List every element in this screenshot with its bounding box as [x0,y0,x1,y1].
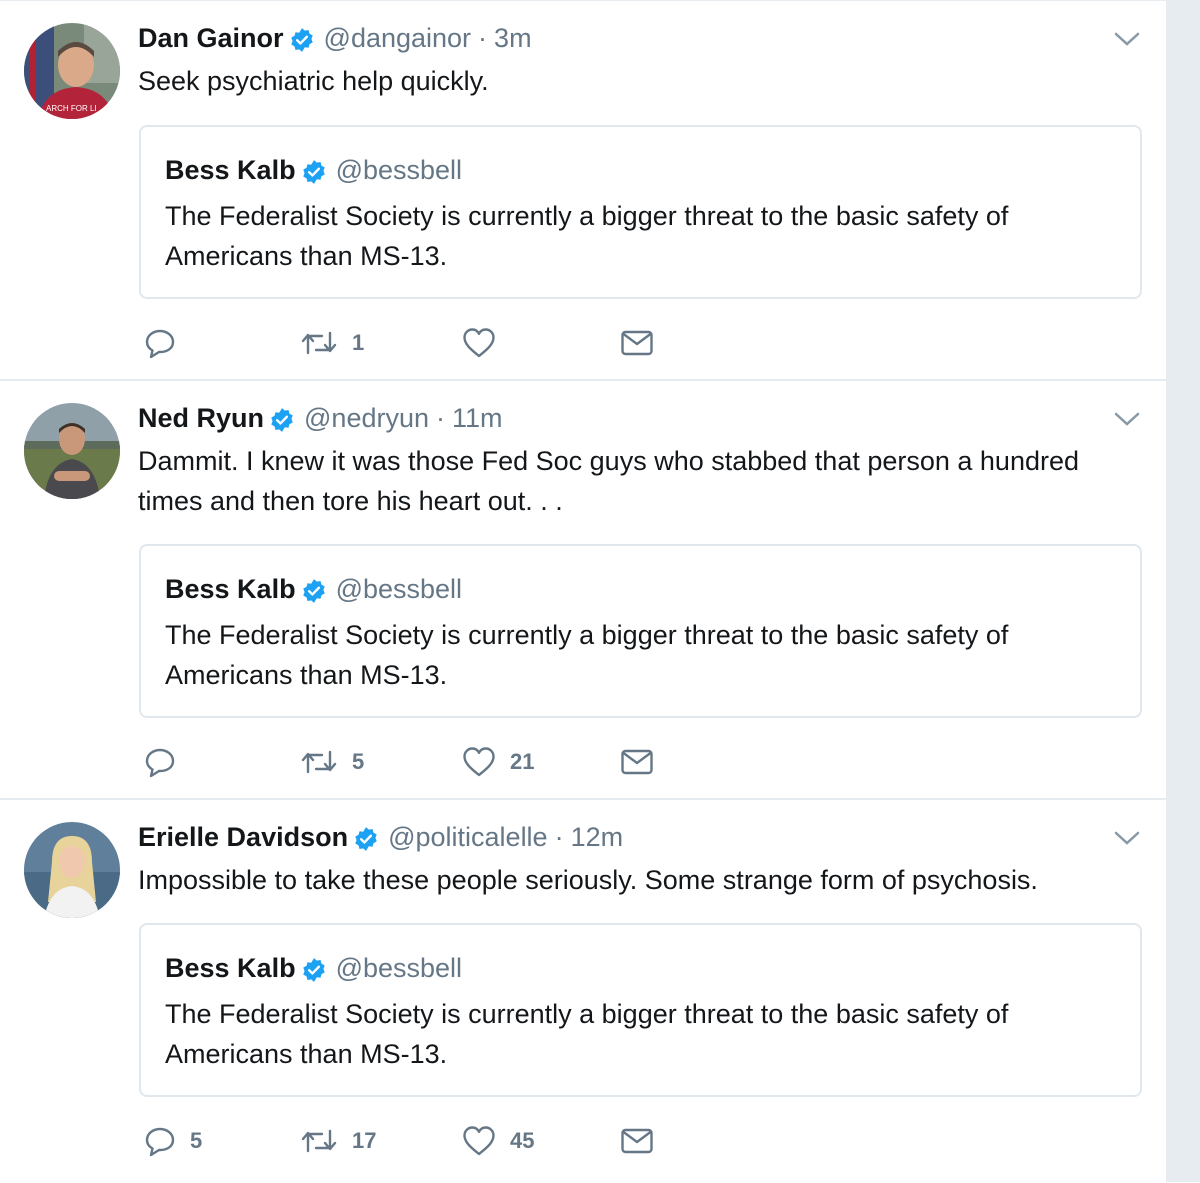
chevron-down-icon[interactable] [1114,409,1140,429]
retweet-icon [301,750,337,774]
timestamp[interactable]: 12m [571,818,624,856]
timestamp[interactable]: 3m [494,19,532,57]
quoted-tweet-header: Bess Kalb @bessbell [165,151,462,189]
quoted-tweet-header: Bess Kalb @bessbell [165,570,462,608]
quoted-tweet[interactable]: Bess Kalb @bessbell The Federalist Socie… [139,923,1142,1097]
tweet-header: Ned Ryun @nedryun · 11m [138,399,503,437]
avatar[interactable] [24,403,120,499]
quoted-author-name: Bess Kalb [165,574,296,604]
quoted-tweet-text: The Federalist Society is currently a bi… [165,999,1009,1069]
tweet[interactable]: ARCH FOR LI Dan Gainor @dangainor · 3m S… [0,1,1166,381]
like-button[interactable]: 21 [462,742,534,782]
avatar-shirt-text: ARCH FOR LI [46,104,97,113]
author-handle[interactable]: @dangainor [324,19,472,57]
retweet-count: 1 [352,330,365,355]
tweet-actions: 5 17 45 [0,1121,1166,1161]
separator-dot: · [436,403,445,433]
quoted-tweet[interactable]: Bess Kalb @bessbell The Federalist Socie… [139,125,1142,299]
direct-message-button[interactable] [620,1121,654,1161]
verified-badge-icon [301,157,327,184]
quoted-tweet[interactable]: Bess Kalb @bessbell The Federalist Socie… [139,544,1142,718]
reply-count: 5 [190,1128,203,1153]
reply-icon [145,329,175,359]
like-button[interactable] [462,323,510,363]
like-count: 45 [510,1128,535,1153]
retweet-button[interactable]: 1 [300,323,364,363]
reply-button[interactable] [144,742,190,782]
quoted-tweet-header: Bess Kalb @bessbell [165,949,462,987]
author-name[interactable]: Dan Gainor [138,19,284,57]
page-background-gutter [1166,0,1200,1182]
tweet-header: Erielle Davidson @politicalelle · 12m [138,818,623,856]
reply-icon [145,748,175,778]
author-name[interactable]: Ned Ryun [138,399,264,437]
chevron-down-icon[interactable] [1114,29,1140,49]
tweet-text: Impossible to take these people seriousl… [138,865,1038,895]
heart-icon [463,1126,495,1156]
like-count: 21 [510,749,535,774]
chevron-down-icon[interactable] [1114,828,1140,848]
tweet-text: Seek psychiatric help quickly. [138,66,489,96]
retweet-count: 5 [352,749,365,774]
tweet-text: Dammit. I knew it was those Fed Soc guys… [138,446,1080,516]
envelope-icon [621,330,653,356]
timeline: ARCH FOR LI Dan Gainor @dangainor · 3m S… [0,0,1166,1182]
tweet-actions: 1 [0,323,1166,363]
verified-badge-icon [269,405,295,432]
direct-message-button[interactable] [620,742,654,782]
quoted-author-handle: @bessbell [335,574,463,604]
heart-icon [463,328,495,358]
tweet[interactable]: Ned Ryun @nedryun · 11m Dammit. I knew i… [0,381,1166,800]
quoted-author-handle: @bessbell [335,155,463,185]
retweet-count: 17 [352,1128,377,1153]
reply-icon [145,1127,175,1157]
envelope-icon [621,749,653,775]
reply-button[interactable]: 5 [144,1121,202,1161]
avatar[interactable]: ARCH FOR LI [24,23,120,119]
author-handle[interactable]: @politicalelle [388,818,547,856]
like-button[interactable]: 45 [462,1121,534,1161]
retweet-button[interactable]: 5 [300,742,364,782]
separator-dot: · [554,822,564,852]
reply-button[interactable] [144,323,190,363]
author-name[interactable]: Erielle Davidson [138,818,348,856]
retweet-icon [301,1129,337,1153]
quoted-tweet-text: The Federalist Society is currently a bi… [165,620,1009,690]
verified-badge-icon [301,576,327,603]
quoted-author-handle: @bessbell [335,953,463,983]
author-handle[interactable]: @nedryun [304,399,429,437]
heart-icon [463,747,495,777]
tweet-actions: 5 21 [0,742,1166,782]
verified-badge-icon [301,955,327,982]
envelope-icon [621,1128,653,1154]
separator-dot: · [478,23,488,53]
direct-message-button[interactable] [620,323,654,363]
tweet-header: Dan Gainor @dangainor · 3m [138,19,532,57]
retweet-icon [301,331,337,355]
verified-badge-icon [353,824,379,851]
quoted-author-name: Bess Kalb [165,155,296,185]
tweet[interactable]: Erielle Davidson @politicalelle · 12m Im… [0,800,1166,1183]
quoted-tweet-text: The Federalist Society is currently a bi… [165,201,1009,271]
avatar[interactable] [24,822,120,918]
retweet-button[interactable]: 17 [300,1121,376,1161]
timestamp[interactable]: 11m [452,399,503,437]
quoted-author-name: Bess Kalb [165,953,296,983]
verified-badge-icon [289,25,315,52]
